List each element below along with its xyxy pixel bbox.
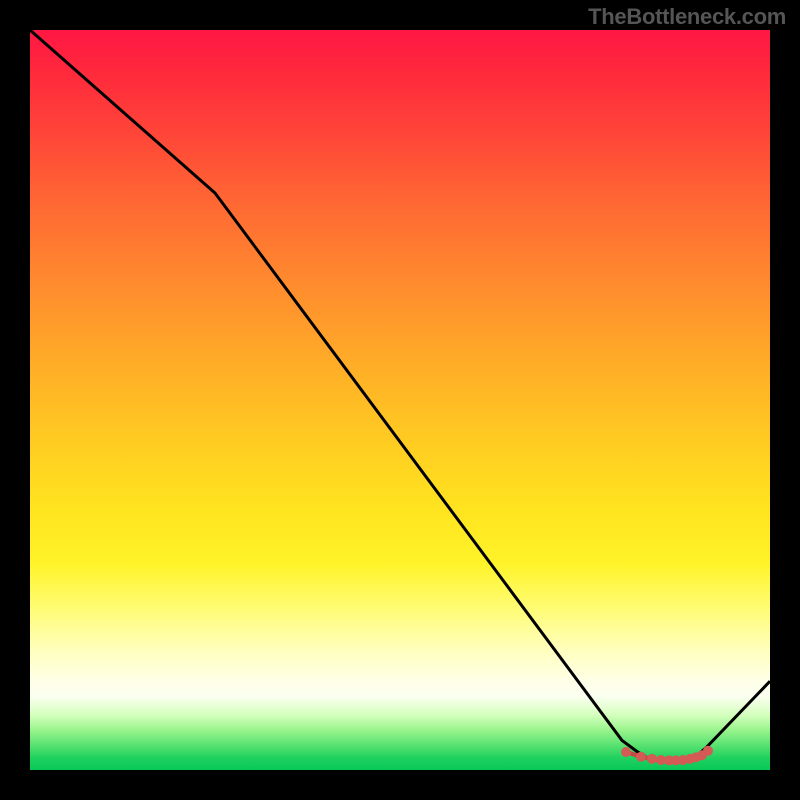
curve-layer <box>30 30 770 770</box>
attribution-watermark: TheBottleneck.com <box>588 4 786 30</box>
chart-frame: TheBottleneck.com <box>0 0 800 800</box>
bottleneck-curve <box>30 30 770 761</box>
plot-area <box>30 30 770 770</box>
